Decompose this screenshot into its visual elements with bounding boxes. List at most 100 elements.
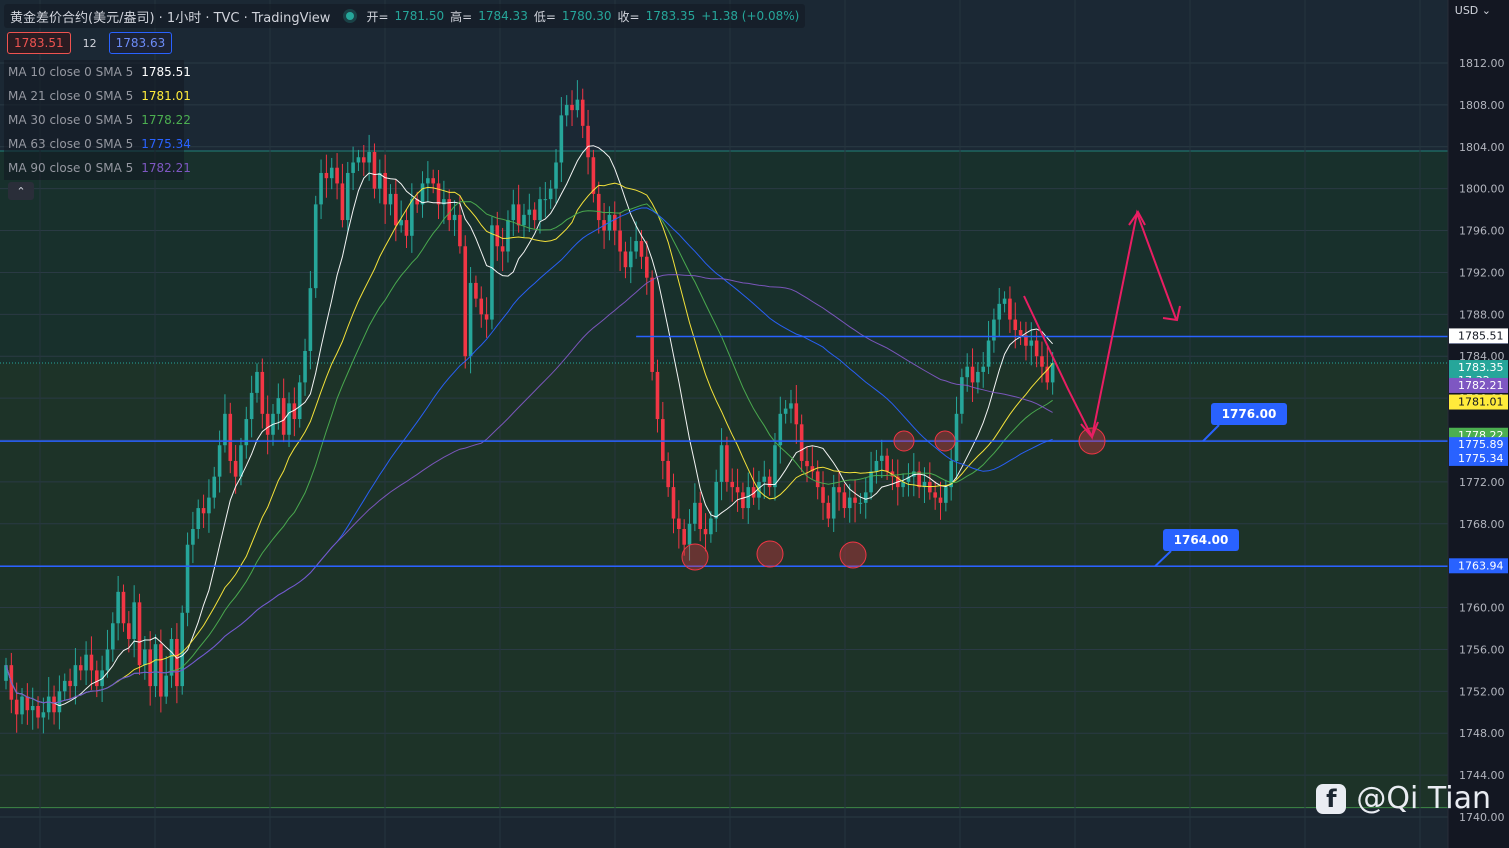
- candle: [1008, 298, 1012, 320]
- indicator-label: MA 30 close 0 SMA 5: [8, 113, 134, 127]
- candle: [319, 172, 323, 205]
- axis-tick-label: 1748.00: [1459, 727, 1505, 740]
- candle: [479, 298, 484, 315]
- watermark-text: @Qi Tian: [1356, 781, 1491, 816]
- candle: [207, 497, 211, 514]
- chevron-up-icon[interactable]: ⌃: [8, 182, 34, 200]
- candle: [239, 445, 243, 477]
- indicator-legend: MA 10 close 0 SMA 5 1785.51 MA 21 close 0…: [4, 60, 191, 180]
- candle: [345, 172, 350, 221]
- candle: [532, 209, 537, 221]
- candle: [618, 230, 622, 252]
- symbol-title[interactable]: 黄金差价合约(美元/盎司) · 1小时 · TVC · TradingView: [10, 7, 330, 26]
- candle: [538, 199, 542, 221]
- price-tag-label: 1781.01: [1458, 396, 1504, 409]
- candle: [799, 424, 804, 461]
- candle: [511, 204, 516, 221]
- candle: [821, 487, 825, 503]
- candle: [436, 183, 441, 205]
- candle: [164, 675, 168, 697]
- axis-tick-label: 1788.00: [1459, 308, 1505, 321]
- high-value: 1784.33: [478, 9, 528, 23]
- candle: [303, 350, 307, 383]
- price-tag-label: 1763.94: [1458, 559, 1504, 572]
- candle: [372, 152, 377, 189]
- currency-label: USD: [1454, 4, 1479, 17]
- swing-marker: [756, 540, 784, 568]
- indicator-value: 1782.21: [141, 161, 191, 175]
- candle: [805, 460, 809, 467]
- candle: [276, 398, 281, 414]
- candle: [148, 649, 152, 687]
- candle: [976, 371, 980, 383]
- axis-tick-label: 1808.00: [1459, 99, 1505, 112]
- candle: [885, 455, 889, 472]
- price-chart[interactable]: 1776.001764.001740.001744.001748.001752.…: [0, 0, 1509, 848]
- candle: [1029, 340, 1034, 346]
- candle: [735, 487, 740, 493]
- candle: [596, 193, 601, 221]
- candle: [847, 497, 852, 509]
- candle: [62, 680, 67, 692]
- price-axis: [1448, 0, 1509, 848]
- candle: [746, 487, 751, 509]
- axis-tick-label: 1812.00: [1459, 57, 1505, 70]
- currency-selector[interactable]: USD ⌄: [1455, 4, 1491, 17]
- candle: [500, 246, 505, 252]
- axis-tick-label: 1756.00: [1459, 643, 1505, 656]
- indicator-value: 1778.22: [141, 113, 191, 127]
- buy-button[interactable]: 1783.63: [108, 32, 173, 54]
- candle: [410, 199, 414, 236]
- candle: [20, 696, 24, 715]
- candle: [826, 502, 831, 519]
- indicator-ma63[interactable]: MA 63 close 0 SMA 5 1775.34: [4, 132, 191, 156]
- indicator-ma90[interactable]: MA 90 close 0 SMA 5 1782.21: [4, 156, 191, 180]
- candle: [944, 487, 948, 503]
- candle: [94, 670, 99, 687]
- candle: [661, 419, 665, 461]
- candle: [105, 649, 110, 671]
- candle: [879, 455, 884, 461]
- chart-header: 黄金差价合约(美元/盎司) · 1小时 · TVC · TradingView …: [4, 4, 806, 28]
- indicator-ma10[interactable]: MA 10 close 0 SMA 5 1785.51: [4, 60, 191, 84]
- candle: [127, 623, 131, 639]
- callout-1776-label: 1776.00: [1222, 407, 1277, 421]
- candle: [4, 665, 8, 681]
- candle: [111, 623, 115, 650]
- candle: [143, 649, 147, 666]
- candle: [1050, 363, 1055, 383]
- candle: [281, 398, 286, 435]
- sell-button[interactable]: 1783.51: [7, 32, 71, 54]
- candle: [997, 303, 1002, 320]
- axis-tick-label: 1752.00: [1459, 685, 1505, 698]
- candle: [586, 125, 590, 158]
- candle: [463, 246, 468, 357]
- candle: [831, 487, 836, 519]
- candle: [682, 529, 686, 545]
- swing-marker: [681, 543, 709, 571]
- candle: [84, 654, 88, 671]
- candle: [484, 314, 489, 320]
- candle: [554, 162, 558, 189]
- bg-lower-zone: [0, 363, 1448, 808]
- candle: [960, 377, 964, 414]
- candle: [762, 476, 767, 482]
- candle: [741, 492, 745, 509]
- candle: [928, 481, 932, 493]
- close-value: 1783.35: [645, 9, 696, 23]
- candle: [404, 220, 409, 236]
- indicator-ma21[interactable]: MA 21 close 0 SMA 5 1781.01: [4, 84, 191, 108]
- swing-marker: [934, 430, 956, 452]
- candle: [361, 157, 366, 163]
- candle: [981, 366, 986, 372]
- candle: [612, 214, 617, 231]
- indicator-ma30[interactable]: MA 30 close 0 SMA 5 1778.22: [4, 108, 191, 132]
- candle: [580, 99, 585, 126]
- swing-marker: [1078, 427, 1106, 455]
- candle: [767, 476, 772, 488]
- price-tag-label: 1775.34: [1458, 452, 1504, 465]
- candle: [153, 644, 158, 687]
- chart-window: { "header": { "title": "黄金差价合约(美元/盎司) · …: [0, 0, 1509, 848]
- candle: [575, 99, 580, 111]
- indicator-label: MA 63 close 0 SMA 5: [8, 137, 134, 151]
